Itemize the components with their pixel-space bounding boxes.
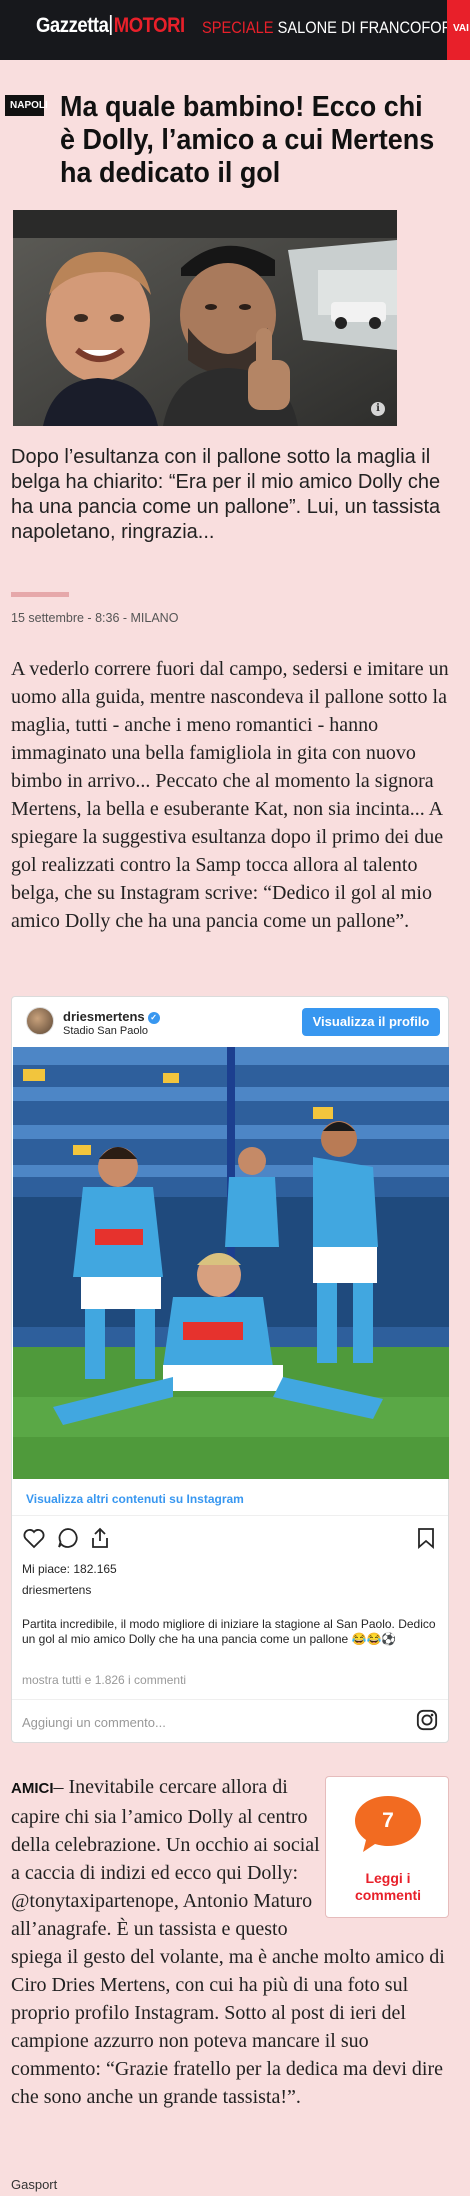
speciale-event: SALONE DI FRANCOFORTE	[277, 18, 470, 37]
gazzetta-motori-logo[interactable]: Gazzetta MOTORI	[36, 14, 185, 38]
instagram-glyph-icon[interactable]	[416, 1709, 438, 1731]
amici-label: AMICI	[11, 1780, 54, 1797]
bookmark-icon[interactable]	[414, 1526, 438, 1550]
article-meta: 15 settembre - 8:36 - MILANO	[11, 611, 179, 625]
add-comment-input[interactable]: Aggiungi un commento...	[22, 1715, 166, 1730]
instagram-embed: driesmertens ✓ Stadio San Paolo Visualizz…	[11, 996, 449, 1743]
instagram-separator	[12, 1515, 448, 1516]
instagram-photo[interactable]	[13, 1047, 449, 1479]
logo-brand: Gazzetta	[36, 14, 109, 37]
vai-button[interactable]: VAI A	[447, 0, 470, 60]
summary-divider	[11, 592, 69, 597]
article-author: Gasport	[11, 2177, 58, 2192]
view-more-link[interactable]: Visualizza altri contenuti su Instagram	[26, 1492, 244, 1506]
speciale-link[interactable]: SPECIALE SALONE DI FRANCOFORTE	[202, 18, 470, 38]
article-summary: Dopo l’esultanza con il pallone sotto la…	[11, 446, 441, 543]
instagram-actions	[22, 1524, 438, 1554]
likes-count[interactable]: Mi piace: 182.165	[22, 1562, 117, 1576]
share-icon[interactable]	[88, 1526, 112, 1550]
speciale-label: SPECIALE	[202, 18, 274, 37]
verified-icon: ✓	[147, 1012, 160, 1024]
instagram-username: driesmertens	[63, 1009, 145, 1024]
top-bar: Gazzetta MOTORI SPECIALE SALONE DI FRANCO…	[0, 0, 470, 60]
section-badge[interactable]: NAPOLI	[5, 95, 48, 116]
article-title: Ma quale bambino! Ecco chi è Dolly, l’am…	[60, 91, 435, 189]
post-caption: Partita incredibile, il modo migliore di…	[22, 1617, 436, 1646]
logo-section: MOTORI	[113, 14, 185, 37]
article-paragraph-1: A vederlo correre fuori dal campo, seder…	[11, 658, 449, 932]
comment-icon[interactable]	[56, 1526, 80, 1550]
instagram-avatar[interactable]	[26, 1007, 54, 1035]
hero-photo: i	[13, 210, 397, 426]
view-profile-button[interactable]: Visualizza il profilo	[302, 1008, 440, 1036]
info-icon[interactable]: i	[371, 402, 385, 416]
post-owner[interactable]: driesmertens	[22, 1583, 91, 1597]
article-paragraph-2: AMICI– Inevitabile cercare allora di cap…	[11, 1773, 463, 2111]
instagram-separator	[12, 1699, 448, 1700]
instagram-username-row[interactable]: driesmertens ✓	[63, 1009, 160, 1024]
show-comments-link[interactable]: mostra tutti e 1.826 i commenti	[22, 1673, 186, 1687]
instagram-location[interactable]: Stadio San Paolo	[63, 1025, 148, 1037]
heart-icon[interactable]	[22, 1526, 46, 1550]
